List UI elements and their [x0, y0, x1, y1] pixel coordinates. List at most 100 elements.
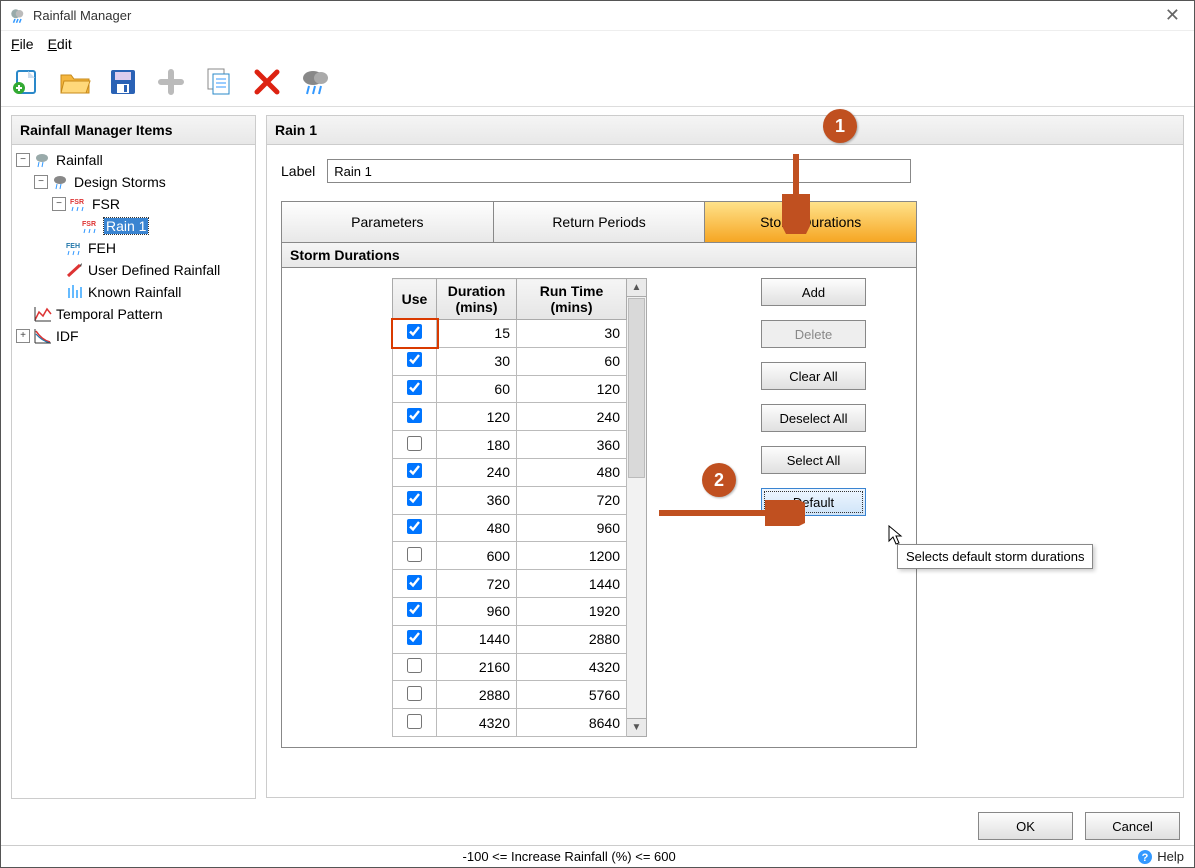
table-row[interactable]: 43208640: [393, 709, 627, 737]
use-checkbox[interactable]: [407, 630, 422, 645]
use-checkbox[interactable]: [407, 436, 422, 451]
use-checkbox[interactable]: [407, 408, 422, 423]
tab-parameters[interactable]: Parameters: [282, 202, 494, 242]
use-cell[interactable]: [393, 514, 437, 542]
runtime-cell[interactable]: 960: [517, 514, 627, 542]
use-cell[interactable]: [393, 486, 437, 514]
use-checkbox[interactable]: [407, 547, 422, 562]
ok-button[interactable]: OK: [978, 812, 1073, 840]
expand-icon[interactable]: +: [16, 329, 30, 343]
table-scrollbar[interactable]: ▲ ▼: [627, 278, 647, 737]
delete-icon[interactable]: [251, 66, 283, 98]
duration-cell[interactable]: 180: [437, 431, 517, 459]
delete-button[interactable]: Delete: [761, 320, 866, 348]
runtime-cell[interactable]: 30: [517, 320, 627, 348]
menu-edit[interactable]: Edit: [48, 36, 72, 52]
table-row[interactable]: 7201440: [393, 570, 627, 598]
tree-rainfall[interactable]: − Rainfall: [16, 149, 251, 171]
use-cell[interactable]: [393, 653, 437, 681]
copy-icon[interactable]: [203, 66, 235, 98]
tree-feh[interactable]: FEH FEH: [16, 237, 251, 259]
use-checkbox[interactable]: [407, 686, 422, 701]
duration-cell[interactable]: 480: [437, 514, 517, 542]
use-cell[interactable]: [393, 347, 437, 375]
runtime-cell[interactable]: 60: [517, 347, 627, 375]
tree-rain1[interactable]: FSR Rain 1: [16, 215, 251, 237]
tab-storm-durations[interactable]: Storm Durations: [705, 202, 916, 242]
runtime-cell[interactable]: 1440: [517, 570, 627, 598]
duration-cell[interactable]: 60: [437, 375, 517, 403]
deselect-all-button[interactable]: Deselect All: [761, 404, 866, 432]
runtime-cell[interactable]: 1920: [517, 597, 627, 625]
close-button[interactable]: ✕: [1159, 5, 1186, 26]
duration-cell[interactable]: 30: [437, 347, 517, 375]
duration-cell[interactable]: 2160: [437, 653, 517, 681]
scroll-down-icon[interactable]: ▼: [627, 718, 646, 736]
use-checkbox[interactable]: [407, 658, 422, 673]
table-row[interactable]: 28805760: [393, 681, 627, 709]
use-checkbox[interactable]: [407, 602, 422, 617]
use-cell[interactable]: [393, 403, 437, 431]
runtime-cell[interactable]: 120: [517, 375, 627, 403]
collapse-icon[interactable]: −: [16, 153, 30, 167]
use-checkbox[interactable]: [407, 575, 422, 590]
tree-user-defined[interactable]: User Defined Rainfall: [16, 259, 251, 281]
add-button[interactable]: Add: [761, 278, 866, 306]
tree-temporal[interactable]: Temporal Pattern: [16, 303, 251, 325]
duration-cell[interactable]: 240: [437, 458, 517, 486]
cancel-button[interactable]: Cancel: [1085, 812, 1180, 840]
table-row[interactable]: 120240: [393, 403, 627, 431]
use-checkbox[interactable]: [407, 352, 422, 367]
duration-cell[interactable]: 360: [437, 486, 517, 514]
col-use[interactable]: Use: [393, 279, 437, 320]
use-cell[interactable]: [393, 709, 437, 737]
scroll-thumb[interactable]: [628, 298, 645, 478]
menu-file[interactable]: File: [11, 36, 34, 52]
runtime-cell[interactable]: 480: [517, 458, 627, 486]
runtime-cell[interactable]: 240: [517, 403, 627, 431]
save-icon[interactable]: [107, 66, 139, 98]
tree-known[interactable]: Known Rainfall: [16, 281, 251, 303]
add-icon[interactable]: [155, 66, 187, 98]
col-runtime[interactable]: Run Time (mins): [517, 279, 627, 320]
runtime-cell[interactable]: 2880: [517, 625, 627, 653]
table-row[interactable]: 1530: [393, 320, 627, 348]
collapse-icon[interactable]: −: [34, 175, 48, 189]
use-cell[interactable]: [393, 458, 437, 486]
rainfall-icon[interactable]: [299, 66, 331, 98]
use-cell[interactable]: [393, 431, 437, 459]
new-icon[interactable]: [11, 66, 43, 98]
tab-return-periods[interactable]: Return Periods: [494, 202, 706, 242]
duration-cell[interactable]: 2880: [437, 681, 517, 709]
duration-cell[interactable]: 720: [437, 570, 517, 598]
table-row[interactable]: 480960: [393, 514, 627, 542]
use-cell[interactable]: [393, 375, 437, 403]
use-cell[interactable]: [393, 320, 437, 348]
duration-cell[interactable]: 1440: [437, 625, 517, 653]
runtime-cell[interactable]: 360: [517, 431, 627, 459]
duration-cell[interactable]: 120: [437, 403, 517, 431]
help-link[interactable]: ? Help: [1137, 849, 1194, 865]
runtime-cell[interactable]: 1200: [517, 542, 627, 570]
clear-all-button[interactable]: Clear All: [761, 362, 866, 390]
use-checkbox[interactable]: [407, 324, 422, 339]
use-checkbox[interactable]: [407, 380, 422, 395]
tree-fsr[interactable]: − FSR FSR: [16, 193, 251, 215]
use-checkbox[interactable]: [407, 463, 422, 478]
table-row[interactable]: 3060: [393, 347, 627, 375]
use-cell[interactable]: [393, 570, 437, 598]
duration-cell[interactable]: 960: [437, 597, 517, 625]
use-checkbox[interactable]: [407, 491, 422, 506]
scroll-up-icon[interactable]: ▲: [627, 279, 646, 297]
tree-idf[interactable]: + IDF: [16, 325, 251, 347]
use-cell[interactable]: [393, 625, 437, 653]
table-row[interactable]: 240480: [393, 458, 627, 486]
table-row[interactable]: 360720: [393, 486, 627, 514]
use-cell[interactable]: [393, 597, 437, 625]
col-duration[interactable]: Duration (mins): [437, 279, 517, 320]
runtime-cell[interactable]: 5760: [517, 681, 627, 709]
select-all-button[interactable]: Select All: [761, 446, 866, 474]
use-cell[interactable]: [393, 681, 437, 709]
table-row[interactable]: 21604320: [393, 653, 627, 681]
table-row[interactable]: 14402880: [393, 625, 627, 653]
